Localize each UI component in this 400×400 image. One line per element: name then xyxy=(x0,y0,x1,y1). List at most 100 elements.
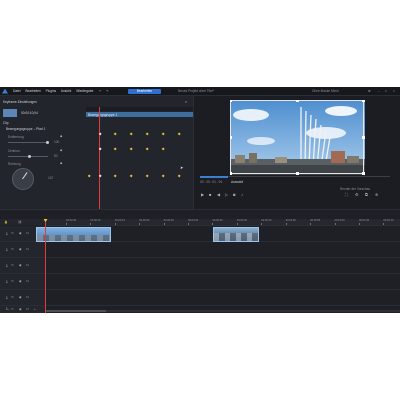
keyframe-marker[interactable] xyxy=(98,132,102,136)
preview-scrubber[interactable] xyxy=(200,176,390,177)
panel-playhead[interactable] xyxy=(99,107,100,209)
ruler-tick xyxy=(188,223,189,225)
keyframe-marker[interactable] xyxy=(129,132,133,136)
track-4 xyxy=(0,274,400,290)
fullscreen-icon[interactable]: ⛶ xyxy=(345,193,348,197)
lock-icon[interactable]: 🔒 xyxy=(4,220,8,224)
title-bar: Datei Bearbeiten Plugins Ansicht Wiederg… xyxy=(0,87,400,96)
next-frame-icon[interactable]: ▷ xyxy=(225,193,228,197)
subgroup-header[interactable]: Bewegungsgruppe – Pfad 1 xyxy=(6,127,45,131)
link-icon[interactable]: ⛓ xyxy=(18,220,22,224)
track-lock-icon[interactable]: ⊡ xyxy=(26,263,29,267)
track-lock-icon[interactable]: ⊡ xyxy=(26,279,29,283)
panel-title: Keyframe-Einstellungen xyxy=(3,100,37,104)
keyframe-clip-bar[interactable]: Bewegungsgruppe 1 xyxy=(86,112,193,117)
zoom-in-icon[interactable]: + xyxy=(34,307,36,311)
param1-keyframe-toggle-icon[interactable]: ◆ xyxy=(60,134,62,138)
clip-thumbnail-strip xyxy=(214,233,258,241)
keyframe-marker[interactable] xyxy=(177,132,181,136)
redo-icon[interactable]: ↷ xyxy=(106,89,109,93)
stop-icon[interactable]: ■ xyxy=(209,193,211,197)
param3-keyframe-toggle-icon[interactable]: ◆ xyxy=(60,161,62,165)
keyframe-marker[interactable] xyxy=(98,174,102,178)
volume-icon[interactable]: ♪ xyxy=(241,193,243,197)
keyframe-marker[interactable] xyxy=(98,147,102,151)
track-lock-icon[interactable]: ⊡ xyxy=(26,231,29,235)
ruler-tick-label: 00:00:40 xyxy=(236,219,247,222)
eye-icon[interactable]: ◉ xyxy=(19,295,22,299)
keyframe-marker[interactable] xyxy=(145,147,149,151)
video-clip[interactable] xyxy=(36,227,111,242)
param1-slider-knob[interactable] xyxy=(46,140,49,144)
eye-icon[interactable]: ◉ xyxy=(19,279,22,283)
horizontal-scrollbar[interactable] xyxy=(46,310,400,312)
ruler-tick xyxy=(90,223,91,225)
minimize-icon[interactable]: – xyxy=(378,89,380,93)
ruler-tick xyxy=(114,223,116,225)
eye-icon[interactable]: ◉ xyxy=(19,231,22,235)
top-right-menu[interactable]: Ohne Maske Menü xyxy=(312,89,339,93)
keyframe-marker[interactable] xyxy=(145,132,149,136)
edit-mode-button[interactable]: Bearbeiten xyxy=(128,88,161,94)
track-lock-icon[interactable]: ⊡ xyxy=(26,295,29,299)
param1-label: Entfernung xyxy=(8,135,24,139)
scrollbar-thumb[interactable] xyxy=(46,310,106,312)
param2-value[interactable]: 50 xyxy=(54,154,58,158)
play-icon[interactable]: ▶ xyxy=(201,193,204,197)
group-header[interactable]: Clip xyxy=(3,121,9,125)
keyframe-marker[interactable] xyxy=(161,147,165,151)
param2-keyframe-toggle-icon[interactable]: ◆ xyxy=(60,148,62,152)
eye-icon[interactable]: ◉ xyxy=(19,263,22,267)
quality-select[interactable]: Auswahl xyxy=(231,180,243,184)
ruler-tick xyxy=(334,223,336,225)
menu-plugins[interactable]: Plugins xyxy=(46,89,56,93)
panel-close-button[interactable]: × xyxy=(185,100,187,104)
ruler-tick xyxy=(139,223,140,225)
render-preview-label[interactable]: Render der Vorschau xyxy=(340,187,370,191)
snapshot-icon[interactable]: ◙ xyxy=(233,193,235,197)
direction-dial[interactable] xyxy=(12,168,34,190)
eye-icon[interactable]: ◉ xyxy=(19,247,22,251)
zoom-icon[interactable]: ⊕ xyxy=(375,193,378,197)
keyframe-marker[interactable] xyxy=(129,174,133,178)
param3-value[interactable]: 167 xyxy=(48,176,53,180)
video-clip[interactable] xyxy=(213,227,259,242)
clip-thumbnail-strip xyxy=(37,235,110,241)
keyframe-marker[interactable] xyxy=(161,174,165,178)
preview-video-frame[interactable] xyxy=(231,101,365,175)
undo-icon[interactable]: ↶ xyxy=(99,89,102,93)
keyframe-settings-panel: Keyframe-Einstellungen × 00:00:10;04 Bew… xyxy=(0,96,194,209)
menu-playback[interactable]: Wiedergabe xyxy=(76,89,93,93)
param1-value[interactable]: 100 xyxy=(54,140,59,144)
timeline-playhead[interactable] xyxy=(45,220,46,313)
prev-frame-icon[interactable]: ◀ xyxy=(217,193,220,197)
eye-icon[interactable]: ◉ xyxy=(19,307,22,311)
param2-slider-knob[interactable] xyxy=(28,154,31,158)
keyframe-marker[interactable] xyxy=(129,147,133,151)
maximize-icon[interactable]: □ xyxy=(385,89,387,93)
ruler-tick xyxy=(358,223,360,225)
param1-slider[interactable] xyxy=(8,142,48,143)
ruler-tick-label: 00:01:10 xyxy=(383,219,394,222)
track-lock-icon[interactable]: ⊡ xyxy=(26,247,29,251)
keyframe-marker[interactable] xyxy=(113,132,117,136)
keyframe-marker[interactable] xyxy=(113,174,117,178)
menu-file[interactable]: Datei xyxy=(13,89,20,93)
keyframe-marker[interactable] xyxy=(177,174,181,178)
preview-settings-icon[interactable]: ⚙ xyxy=(355,193,359,197)
close-window-icon[interactable]: × xyxy=(393,89,395,93)
ruler-tick-label: 00:01:05 xyxy=(358,219,370,222)
timeline-ruler[interactable]: 00:00:05 00:00:10 00:00:15 00:00:20 00:00:25… xyxy=(46,219,400,226)
keyframe-marker[interactable] xyxy=(145,174,149,178)
keyframe-marker[interactable] xyxy=(161,132,165,136)
keyframe-marker[interactable] xyxy=(113,147,117,151)
app-logo-icon xyxy=(2,88,8,94)
track-lock-icon[interactable]: ⊡ xyxy=(26,307,29,311)
ruler-tick-label: 00:00:25 xyxy=(163,219,174,222)
menu-edit[interactable]: Bearbeiten xyxy=(25,89,40,93)
undock-icon[interactable]: ⧉ xyxy=(365,193,368,197)
zoom-out-icon[interactable]: − xyxy=(8,307,10,311)
settings-icon[interactable]: ⚙ xyxy=(368,89,371,93)
keyframe-marker[interactable] xyxy=(87,174,91,178)
menu-view[interactable]: Ansicht xyxy=(61,89,71,93)
